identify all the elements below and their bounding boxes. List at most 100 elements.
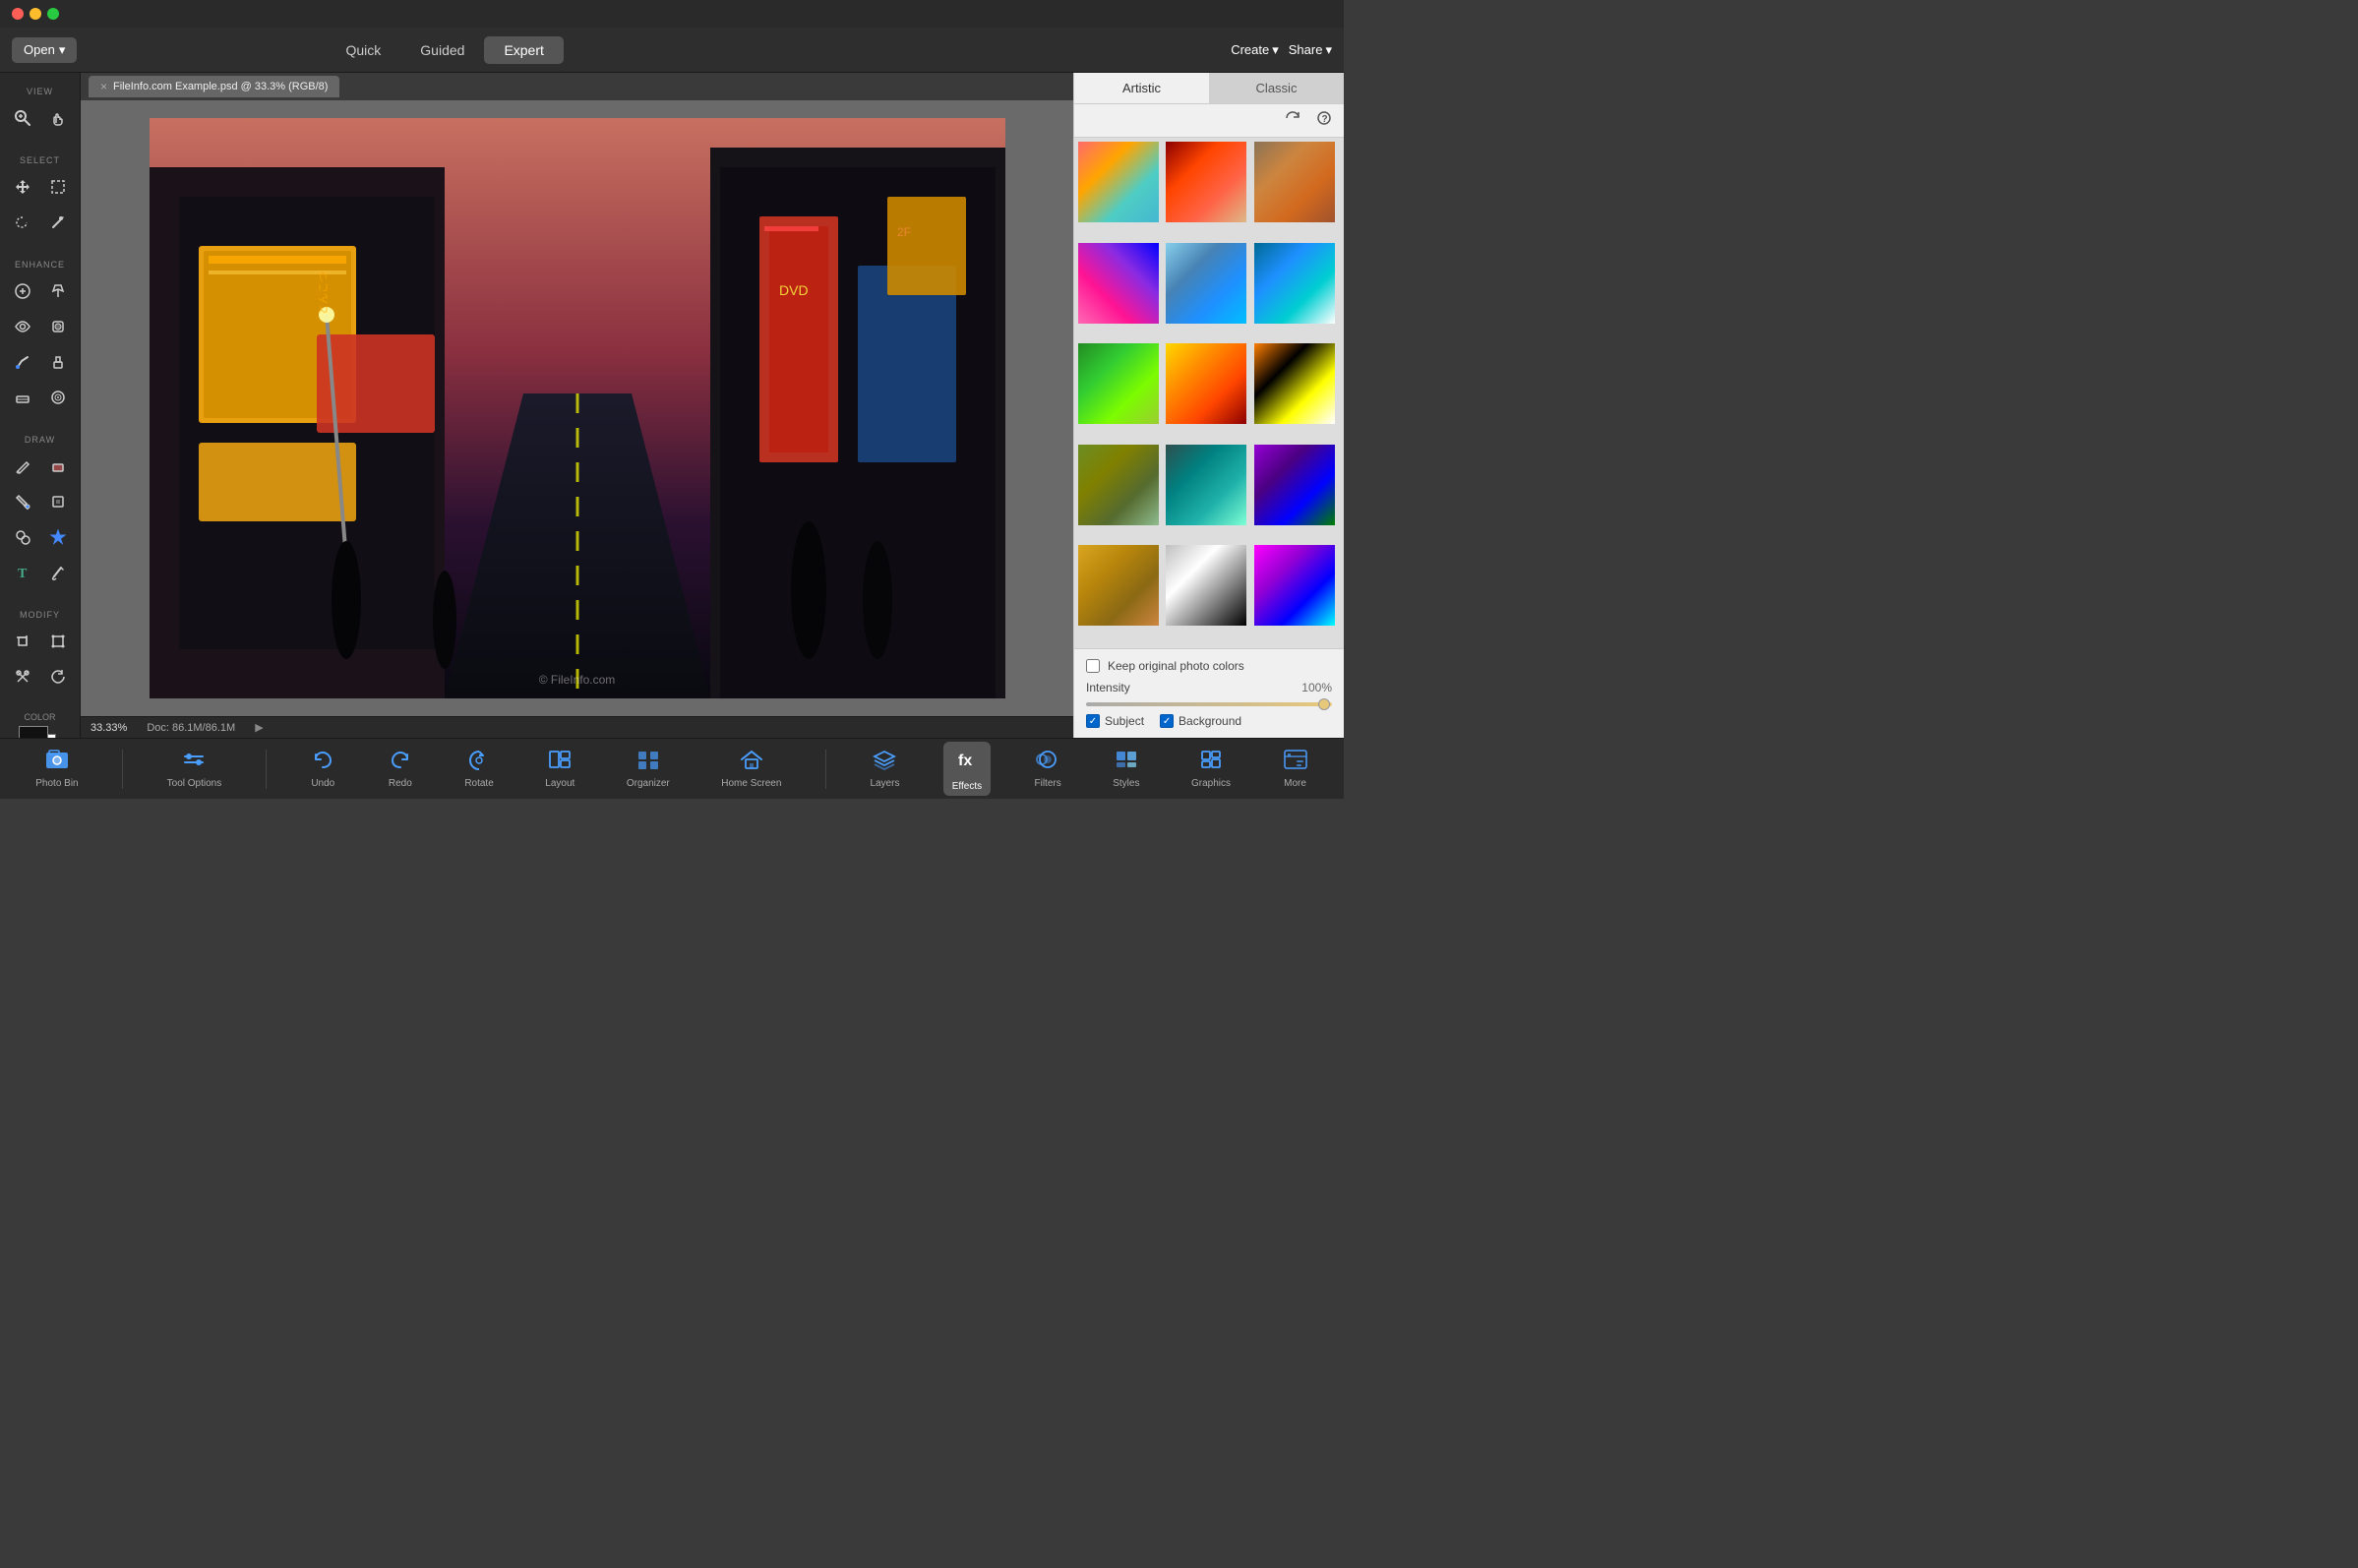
artwork-item-14[interactable] xyxy=(1254,545,1335,626)
hand-tool[interactable] xyxy=(42,102,74,134)
keep-original-checkbox[interactable] xyxy=(1086,659,1100,673)
artwork-item-8[interactable] xyxy=(1254,343,1335,424)
styles-button[interactable]: Styles xyxy=(1105,745,1147,793)
artwork-item-3[interactable] xyxy=(1078,243,1159,324)
background-checkbox[interactable]: ✓ xyxy=(1160,714,1174,728)
zoom-tool[interactable] xyxy=(7,102,38,134)
rotate-label: Rotate xyxy=(464,778,493,789)
open-button[interactable]: Open ▾ xyxy=(12,37,77,63)
artistic-tab[interactable]: Artistic xyxy=(1074,73,1209,103)
brush-tool[interactable] xyxy=(42,557,74,588)
paint-bucket-tool[interactable] xyxy=(7,486,38,517)
artwork-grid xyxy=(1074,138,1344,648)
lasso-tool[interactable] xyxy=(7,207,38,238)
layout-icon xyxy=(547,749,573,776)
pencil-tool[interactable] xyxy=(7,451,38,482)
clone-tool[interactable] xyxy=(7,521,38,553)
artwork-item-12[interactable] xyxy=(1078,545,1159,626)
effects-label: Effects xyxy=(952,781,982,792)
tab-close-button[interactable]: × xyxy=(100,80,107,93)
eraser-tool[interactable] xyxy=(7,382,38,413)
scissors-tool[interactable] xyxy=(7,661,38,693)
tool-options-button[interactable]: Tool Options xyxy=(159,745,230,793)
artwork-item-4[interactable] xyxy=(1166,243,1246,324)
star-tool[interactable] xyxy=(42,521,74,553)
subject-checkbox-label[interactable]: ✓ Subject xyxy=(1086,714,1144,728)
magic-wand-tool[interactable] xyxy=(42,207,74,238)
maximize-button[interactable] xyxy=(47,8,59,20)
shape-tool[interactable] xyxy=(42,486,74,517)
graphics-icon xyxy=(1198,749,1224,776)
subject-checkbox[interactable]: ✓ xyxy=(1086,714,1100,728)
status-bar: 33.33% Doc: 86.1M/86.1M ▶ xyxy=(81,716,1073,738)
foreground-color-swatch[interactable] xyxy=(19,726,48,738)
classic-tab[interactable]: Classic xyxy=(1209,73,1344,103)
guided-mode-tab[interactable]: Guided xyxy=(400,36,484,64)
type-tool[interactable]: T xyxy=(7,557,38,588)
color-section: Color xyxy=(11,704,70,738)
background-checkbox-label[interactable]: ✓ Background xyxy=(1160,714,1241,728)
add-tool[interactable] xyxy=(7,275,38,307)
create-label: Create xyxy=(1231,42,1269,57)
artwork-item-10[interactable] xyxy=(1166,445,1246,525)
layers-label: Layers xyxy=(870,778,899,789)
artwork-item-1[interactable] xyxy=(1166,142,1246,222)
blur-tool[interactable] xyxy=(42,311,74,342)
layers-button[interactable]: Layers xyxy=(862,745,907,793)
quick-mode-tab[interactable]: Quick xyxy=(326,36,400,64)
draw-eraser-tool[interactable] xyxy=(42,451,74,482)
texture-tool[interactable] xyxy=(42,382,74,413)
photo-bin-button[interactable]: Photo Bin xyxy=(28,745,86,793)
share-button[interactable]: Share ▾ xyxy=(1289,42,1332,58)
artwork-item-11[interactable] xyxy=(1254,445,1335,525)
effects-button[interactable]: fx Effects xyxy=(943,742,991,796)
minimize-button[interactable] xyxy=(30,8,41,20)
filters-button[interactable]: Filters xyxy=(1026,745,1068,793)
document-tab[interactable]: × FileInfo.com Example.psd @ 33.3% (RGB/… xyxy=(89,76,339,97)
organizer-button[interactable]: Organizer xyxy=(619,745,678,793)
tool-options-label: Tool Options xyxy=(167,778,222,789)
artwork-item-2[interactable] xyxy=(1254,142,1335,222)
keep-original-row: Keep original photo colors xyxy=(1086,659,1332,673)
move-tool[interactable] xyxy=(7,171,38,203)
more-button[interactable]: More xyxy=(1275,745,1316,793)
slider-thumb[interactable] xyxy=(1318,698,1330,710)
close-button[interactable] xyxy=(12,8,24,20)
artwork-item-7[interactable] xyxy=(1166,343,1246,424)
artwork-item-13[interactable] xyxy=(1166,545,1246,626)
expert-mode-tab[interactable]: Expert xyxy=(484,36,563,64)
artwork-item-5[interactable] xyxy=(1254,243,1335,324)
color-swatches[interactable] xyxy=(19,726,62,738)
filters-label: Filters xyxy=(1034,778,1060,789)
refresh-button[interactable] xyxy=(1281,108,1304,133)
healing-tool[interactable] xyxy=(42,275,74,307)
transform-tool[interactable] xyxy=(42,626,74,657)
stamp-tool[interactable] xyxy=(42,346,74,378)
paint-tool[interactable] xyxy=(7,346,38,378)
zoom-percentage: 33.33% xyxy=(91,722,127,734)
artwork-item-0[interactable] xyxy=(1078,142,1159,222)
right-panel: Artistic Classic ? xyxy=(1073,73,1344,738)
photo-bin-icon xyxy=(44,749,70,776)
help-button[interactable]: ? xyxy=(1312,108,1336,133)
svg-text:とんこつ: とんこつ xyxy=(317,271,330,315)
top-toolbar: Open ▾ Quick Guided Expert Create ▾ Shar… xyxy=(0,28,1344,73)
graphics-button[interactable]: Graphics xyxy=(1183,745,1239,793)
home-screen-button[interactable]: Home Screen xyxy=(713,745,789,793)
create-button[interactable]: Create ▾ xyxy=(1231,42,1279,58)
watermark: © FileInfo.com xyxy=(539,673,616,687)
rotate-button[interactable]: Rotate xyxy=(456,745,501,793)
layout-button[interactable]: Layout xyxy=(537,745,582,793)
subject-background-row: ✓ Subject ✓ Background xyxy=(1086,714,1332,728)
marquee-tool[interactable] xyxy=(42,171,74,203)
intensity-slider[interactable] xyxy=(1086,702,1332,706)
photo-bin-label: Photo Bin xyxy=(35,778,78,789)
artwork-item-9[interactable] xyxy=(1078,445,1159,525)
undo-button[interactable]: Undo xyxy=(302,745,343,793)
artwork-item-6[interactable] xyxy=(1078,343,1159,424)
keep-original-label[interactable]: Keep original photo colors xyxy=(1108,659,1244,673)
crop-tool[interactable] xyxy=(7,626,38,657)
rotate-tool[interactable] xyxy=(42,661,74,693)
redo-button[interactable]: Redo xyxy=(380,745,421,793)
eye-tool[interactable] xyxy=(7,311,38,342)
